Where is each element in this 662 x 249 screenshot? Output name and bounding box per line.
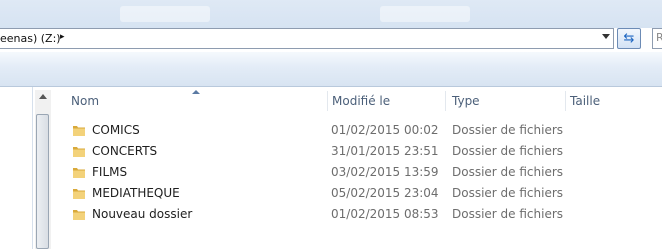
file-type: Dossier de fichiers: [452, 123, 564, 137]
file-name[interactable]: MEDIATHEQUE: [92, 183, 180, 204]
file-type: Dossier de fichiers: [452, 207, 564, 221]
navigation-scrollbar[interactable]: [35, 90, 51, 249]
search-input[interactable]: R: [652, 28, 662, 49]
column-name[interactable]: Nom: [66, 88, 328, 113]
file-row[interactable]: CONCERTS 31/01/2015 23:51 Dossier de fic…: [52, 141, 662, 162]
scrollbar-thumb[interactable]: [36, 114, 49, 249]
command-toolbar: [0, 52, 662, 87]
window-titlebar: [0, 0, 662, 28]
column-divider[interactable]: [445, 91, 446, 111]
file-name[interactable]: Nouveau dossier: [92, 204, 192, 225]
column-header: Nom Modifié le Type Taille: [52, 88, 662, 113]
file-row[interactable]: COMICS 01/02/2015 00:02 Dossier de fichi…: [52, 120, 662, 141]
file-name[interactable]: FILMS: [92, 162, 127, 183]
file-type: Dossier de fichiers: [452, 186, 564, 200]
scroll-up-arrow-icon[interactable]: [39, 94, 47, 99]
file-modified: 03/02/2015 13:59: [331, 165, 439, 179]
file-name[interactable]: CONCERTS: [92, 141, 157, 162]
address-dropdown-icon[interactable]: [602, 34, 610, 39]
file-row[interactable]: MEDIATHEQUE 05/02/2015 23:04 Dossier de …: [52, 183, 662, 204]
folder-icon: [73, 168, 85, 178]
file-name[interactable]: COMICS: [92, 120, 140, 141]
folder-icon: [73, 126, 85, 136]
column-modified[interactable]: Modifié le: [327, 88, 445, 113]
file-modified: 31/01/2015 23:51: [331, 144, 439, 158]
folder-icon: [73, 210, 85, 220]
column-size[interactable]: Taille: [565, 88, 662, 113]
address-path[interactable]: eenas) (Z:): [0, 32, 61, 45]
breadcrumb-chevron-icon[interactable]: ▸: [60, 32, 65, 42]
file-modified: 01/02/2015 08:53: [331, 207, 439, 221]
titlebar-glass-reflection: [120, 6, 210, 22]
search-placeholder: R: [656, 31, 662, 44]
file-modified: 05/02/2015 23:04: [331, 186, 439, 200]
refresh-icon: ⇆: [623, 31, 635, 46]
file-list: COMICS 01/02/2015 00:02 Dossier de fichi…: [52, 120, 662, 225]
navigation-pane: [0, 87, 33, 249]
file-type: Dossier de fichiers: [452, 144, 564, 158]
file-row[interactable]: Nouveau dossier 01/02/2015 08:53 Dossier…: [52, 204, 662, 225]
titlebar-glass-reflection: [380, 6, 470, 22]
address-bar[interactable]: eenas) (Z:) ▸: [0, 28, 614, 49]
refresh-button[interactable]: ⇆: [617, 28, 641, 49]
file-modified: 01/02/2015 00:02: [331, 123, 439, 137]
file-type: Dossier de fichiers: [452, 165, 564, 179]
folder-icon: [73, 189, 85, 199]
file-row[interactable]: FILMS 03/02/2015 13:59 Dossier de fichie…: [52, 162, 662, 183]
folder-icon: [73, 147, 85, 157]
column-type[interactable]: Type: [447, 88, 565, 113]
